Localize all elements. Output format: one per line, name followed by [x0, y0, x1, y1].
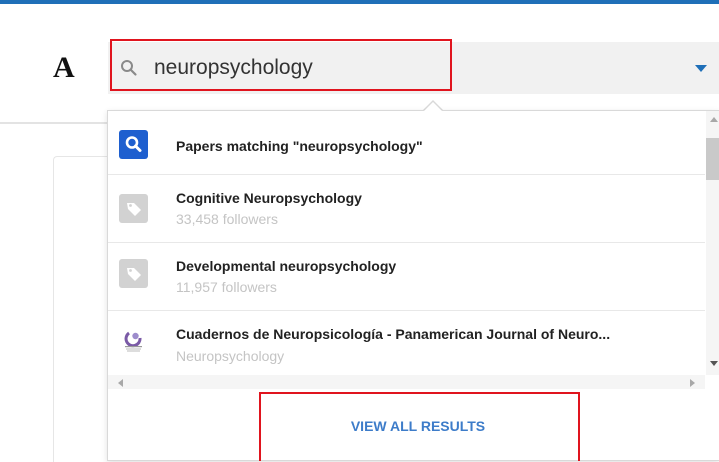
search-highlight-box: [110, 39, 452, 91]
results-list[interactable]: Papers matching "neuropsychology" Cognit…: [108, 111, 705, 375]
search-icon: [119, 130, 148, 159]
result-cuadernos-journal[interactable]: Cuadernos de Neuropsicología - Panameric…: [108, 311, 705, 375]
result-title: Cuadernos de Neuropsicología - Panameric…: [176, 326, 611, 342]
tag-icon: [119, 194, 148, 223]
vertical-scroll-thumb[interactable]: [706, 138, 719, 180]
scroll-down-icon[interactable]: [710, 361, 718, 366]
site-logo[interactable]: A: [53, 52, 75, 84]
result-subject: Neuropsychology: [176, 348, 285, 364]
result-title: Cognitive Neuropsychology: [176, 190, 362, 206]
header-divider: [0, 122, 110, 124]
tag-icon: [119, 259, 148, 288]
result-papers-matching[interactable]: Papers matching "neuropsychology": [108, 111, 705, 175]
horizontal-scrollbar[interactable]: [108, 375, 705, 389]
top-accent-bar: [0, 0, 719, 4]
result-title: Developmental neuropsychology: [176, 258, 397, 274]
scroll-left-icon[interactable]: [118, 379, 123, 387]
view-all-highlight-box: [259, 392, 580, 461]
journal-logo: [119, 325, 148, 354]
result-followers: 11,957 followers: [176, 279, 277, 295]
caret-down-icon[interactable]: [695, 65, 707, 72]
result-cognitive-neuropsychology[interactable]: Cognitive Neuropsychology 33,458 followe…: [108, 175, 705, 243]
scroll-right-icon[interactable]: [690, 379, 695, 387]
dropdown-pointer-fill: [424, 102, 442, 111]
result-developmental-neuropsychology[interactable]: Developmental neuropsychology 11,957 fol…: [108, 243, 705, 311]
scroll-up-icon[interactable]: [710, 117, 718, 122]
result-followers: 33,458 followers: [176, 211, 278, 227]
result-title: Papers matching "neuropsychology": [176, 138, 423, 154]
background-card: [53, 156, 114, 462]
